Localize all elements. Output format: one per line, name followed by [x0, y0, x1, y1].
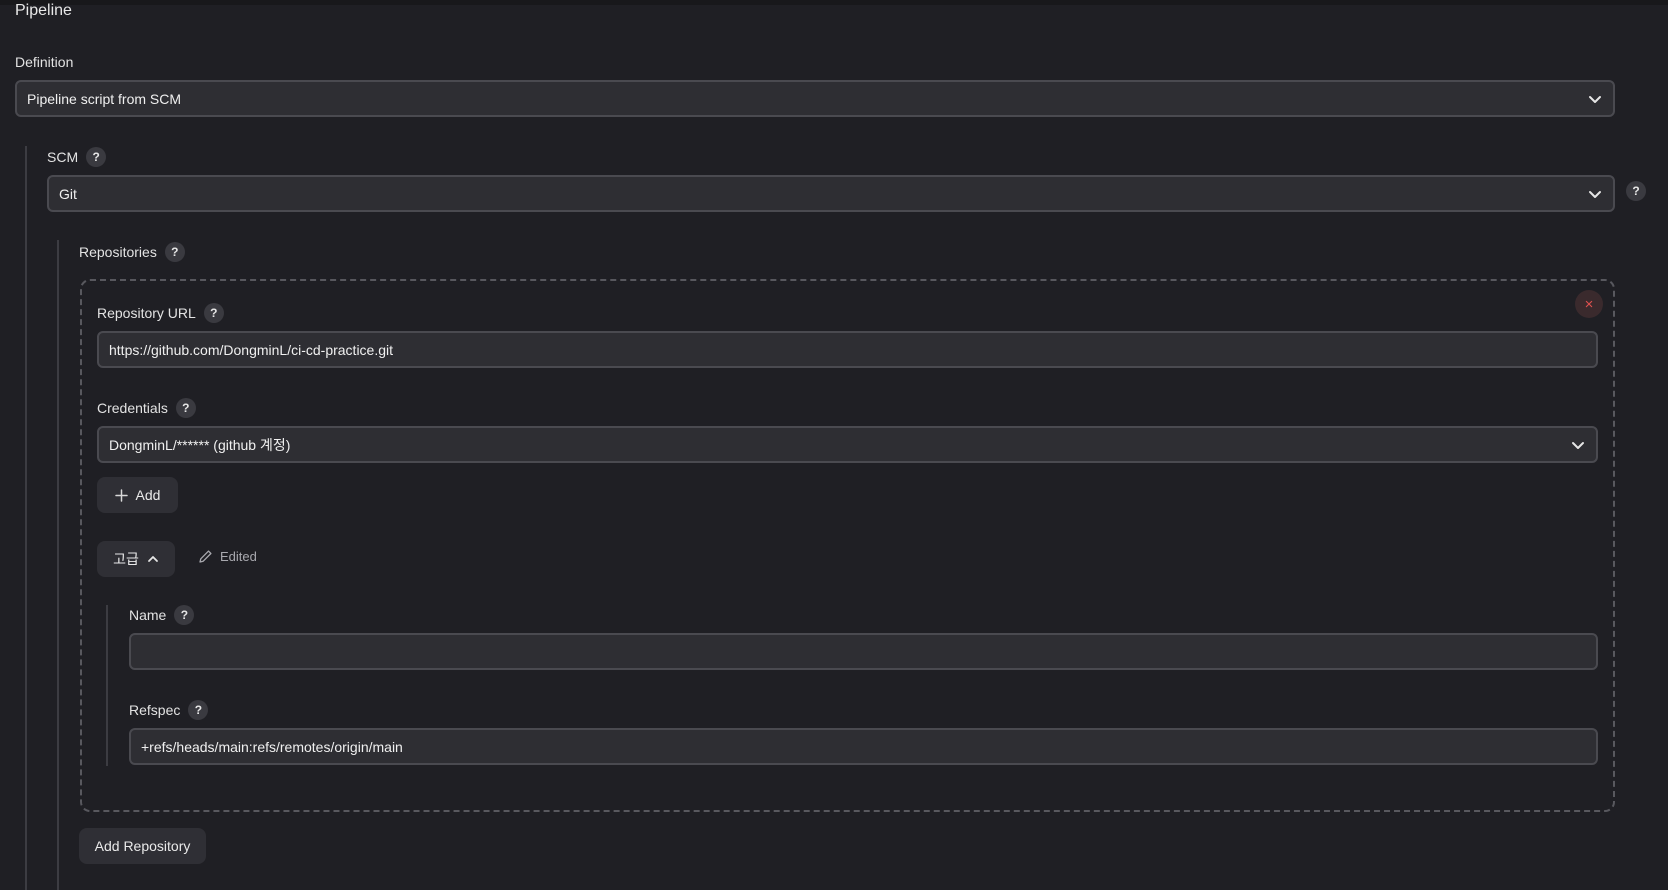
chevron-down-icon — [1589, 190, 1601, 198]
help-icon[interactable]: ? — [203, 303, 224, 323]
plus-icon — [114, 488, 128, 502]
edited-indicator: Edited — [198, 549, 257, 564]
definition-select-value: Pipeline script from SCM — [27, 90, 182, 107]
repositories-label: Repositories ? — [79, 240, 185, 264]
scm-label: SCM ? — [47, 145, 107, 169]
scm-label-text: SCM — [47, 149, 79, 165]
help-icon[interactable]: ? — [174, 605, 195, 625]
refspec-label-text: Refspec — [129, 702, 181, 718]
refspec-value: +refs/heads/main:refs/remotes/origin/mai… — [141, 738, 403, 755]
refspec-label: Refspec ? — [129, 698, 209, 722]
credentials-label-text: Credentials — [97, 400, 168, 416]
remove-repository-button[interactable]: × — [1575, 290, 1603, 318]
section-title: Pipeline — [15, 2, 72, 19]
advanced-indent-line — [106, 605, 108, 766]
credentials-select[interactable]: DongminL/****** (github 계정) — [97, 426, 1598, 463]
definition-label-text: Definition — [15, 54, 74, 70]
scm-indent-line — [25, 146, 27, 890]
refspec-input[interactable]: +refs/heads/main:refs/remotes/origin/mai… — [129, 728, 1598, 765]
scm-select-value: Git — [59, 185, 77, 202]
chevron-down-icon — [1572, 441, 1584, 449]
definition-label: Definition — [15, 50, 73, 74]
help-icon[interactable]: ? — [164, 242, 185, 262]
scm-select[interactable]: Git — [47, 175, 1615, 212]
help-icon[interactable]: ? — [86, 147, 107, 167]
close-icon: × — [1584, 295, 1594, 313]
repository-url-input[interactable]: https://github.com/DongminL/ci-cd-practi… — [97, 331, 1598, 368]
chevron-up-icon — [147, 556, 158, 562]
advanced-toggle-label: 고급 — [113, 551, 139, 567]
advanced-toggle-button[interactable]: 고급 — [97, 541, 175, 577]
repositories-label-text: Repositories — [79, 244, 157, 260]
credentials-select-value: DongminL/****** (github 계정) — [109, 436, 291, 453]
edited-label: Edited — [220, 549, 257, 564]
add-credentials-label: Add — [135, 487, 161, 503]
pencil-icon — [199, 550, 212, 563]
help-icon[interactable]: ? — [188, 700, 209, 720]
credentials-label: Credentials ? — [97, 396, 196, 420]
add-repository-label: Add Repository — [94, 838, 191, 854]
repository-url-value: https://github.com/DongminL/ci-cd-practi… — [109, 341, 394, 358]
name-label-text: Name — [129, 607, 167, 623]
add-repository-button[interactable]: Add Repository — [79, 828, 206, 864]
repository-url-label-text: Repository URL — [97, 305, 196, 321]
chevron-down-icon — [1589, 95, 1601, 103]
add-credentials-button[interactable]: Add — [97, 477, 178, 513]
help-icon[interactable]: ? — [1626, 181, 1646, 201]
name-input[interactable] — [129, 633, 1598, 670]
repository-url-label: Repository URL ? — [97, 301, 224, 325]
help-icon[interactable]: ? — [175, 398, 196, 418]
name-label: Name ? — [129, 603, 195, 627]
top-border — [0, 0, 1668, 5]
repositories-indent-line — [57, 240, 59, 890]
definition-select[interactable]: Pipeline script from SCM — [15, 80, 1615, 117]
